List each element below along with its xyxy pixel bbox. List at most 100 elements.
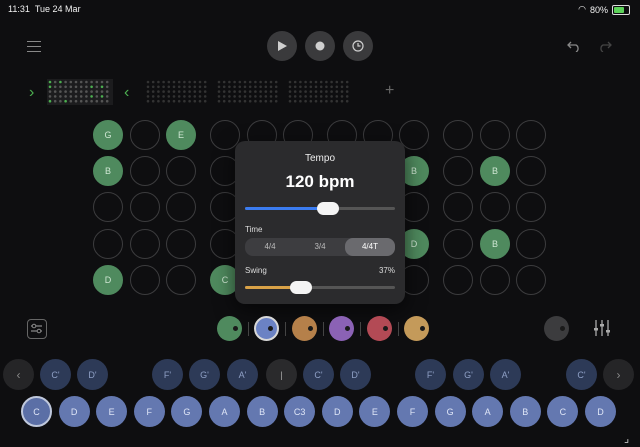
grid-pad[interactable]: D [93, 265, 123, 295]
grid-pad[interactable] [130, 120, 160, 150]
pattern-prev-arrow[interactable]: › [29, 84, 34, 102]
tempo-modal: Tempo 120 bpm Time 4/4 3/4 4/4T Swing 37… [235, 141, 405, 304]
lower-key[interactable]: F [133, 396, 165, 427]
undo-button[interactable] [567, 39, 581, 57]
menu-button[interactable] [27, 41, 41, 52]
grid-pad[interactable] [93, 229, 123, 259]
upper-key[interactable]: G' [189, 359, 220, 390]
record-button[interactable] [305, 31, 335, 61]
instrument-knob[interactable] [329, 316, 354, 341]
instrument-knob[interactable] [404, 316, 429, 341]
instrument-knob[interactable] [254, 316, 279, 341]
add-pattern-button[interactable]: + [385, 82, 394, 100]
volume-knob[interactable] [544, 316, 569, 341]
grid-pad[interactable] [130, 156, 160, 186]
grid-pad[interactable] [480, 265, 510, 295]
upper-key[interactable]: | [266, 359, 297, 390]
upper-key[interactable]: D' [77, 359, 108, 390]
upper-key[interactable]: C' [566, 359, 597, 390]
grid-pad[interactable] [166, 156, 196, 186]
instrument-knob[interactable] [367, 316, 392, 341]
pattern-slot-2[interactable] [145, 79, 211, 105]
lower-key[interactable]: B [246, 396, 278, 427]
grid-pad[interactable] [516, 229, 546, 259]
upper-key[interactable]: G' [453, 359, 484, 390]
swing-slider-thumb[interactable] [289, 281, 312, 294]
time-option-3-4[interactable]: 3/4 [295, 238, 345, 256]
grid-pad[interactable]: G [93, 120, 123, 150]
grid-pad[interactable]: B [480, 156, 510, 186]
upper-key[interactable]: A' [227, 359, 258, 390]
upper-key[interactable]: F' [152, 359, 183, 390]
lower-key[interactable]: F [397, 396, 428, 427]
lower-key[interactable]: E [96, 396, 128, 427]
grid-pad[interactable] [516, 120, 546, 150]
upper-key[interactable]: F' [415, 359, 446, 390]
grid-pad[interactable] [166, 229, 196, 259]
lower-key[interactable]: G [434, 396, 466, 427]
bpm-slider[interactable] [245, 202, 395, 215]
grid-pad[interactable]: E [166, 120, 196, 150]
grid-pad[interactable] [166, 192, 196, 222]
lower-key[interactable]: E [359, 396, 391, 427]
lower-key[interactable]: A [209, 396, 240, 427]
battery-percent: 80% [589, 4, 608, 15]
grid-pad[interactable] [516, 192, 546, 222]
grid-pad[interactable] [130, 265, 160, 295]
grid-pad[interactable] [93, 192, 123, 222]
grid-pad[interactable] [443, 156, 473, 186]
pattern-next-arrow[interactable]: ‹ [124, 84, 129, 102]
resize-grip-icon[interactable]: ⌟ [624, 432, 629, 445]
pattern-slot-active[interactable] [47, 79, 113, 105]
instrument-separator [323, 322, 324, 336]
lower-key[interactable]: B [509, 396, 541, 427]
settings-panel-button[interactable] [27, 319, 47, 339]
lower-key[interactable]: D [585, 396, 616, 427]
pattern-slot-3[interactable] [216, 79, 282, 105]
keyboard-scroll-right[interactable]: › [603, 359, 634, 390]
grid-pad[interactable]: B [93, 156, 123, 186]
status-right: ◠ 80% [578, 4, 630, 15]
time-option-4-4[interactable]: 4/4 [245, 238, 295, 256]
grid-pad[interactable] [443, 120, 473, 150]
upper-key[interactable]: A' [490, 359, 521, 390]
time-signature-control[interactable]: 4/4 3/4 4/4T [245, 238, 395, 256]
upper-key[interactable]: D' [340, 359, 371, 390]
grid-pad[interactable] [480, 120, 510, 150]
time-option-4-4t[interactable]: 4/4T [345, 238, 395, 256]
grid-pad[interactable] [166, 265, 196, 295]
lower-key[interactable]: C [547, 396, 579, 427]
instrument-knob[interactable] [292, 316, 317, 341]
lower-key[interactable]: G [171, 396, 203, 427]
play-button[interactable] [267, 31, 297, 61]
bpm-slider-fill [245, 207, 328, 210]
lower-key[interactable]: D [58, 396, 90, 427]
grid-pad[interactable] [130, 229, 160, 259]
grid-pad[interactable] [130, 192, 160, 222]
grid-pad[interactable] [480, 192, 510, 222]
grid-pad[interactable] [443, 192, 473, 222]
swing-slider[interactable] [245, 281, 395, 294]
clock-button[interactable] [343, 31, 373, 61]
instrument-separator [248, 322, 249, 336]
lower-key[interactable]: A [472, 396, 504, 427]
upper-key[interactable]: C' [303, 359, 334, 390]
lower-key[interactable]: C3 [284, 396, 316, 427]
pattern-slot-4[interactable] [287, 79, 353, 105]
grid-pad[interactable]: B [480, 229, 510, 259]
grid-pad[interactable] [443, 229, 473, 259]
keyboard-scroll-left[interactable]: ‹ [3, 359, 34, 390]
lower-key[interactable]: D [321, 396, 353, 427]
instrument-knob[interactable] [217, 316, 242, 341]
wifi-icon: ◠ [578, 4, 586, 14]
grid-pad[interactable] [516, 265, 546, 295]
menu-icon [27, 41, 41, 52]
mixer-button[interactable] [592, 318, 612, 343]
upper-key[interactable]: C' [40, 359, 71, 390]
lower-key[interactable]: C [21, 396, 52, 427]
grid-pad[interactable] [443, 265, 473, 295]
clock-icon [352, 40, 364, 52]
grid-pad[interactable] [516, 156, 546, 186]
bpm-slider-thumb[interactable] [316, 202, 339, 215]
redo-button[interactable] [598, 39, 612, 57]
